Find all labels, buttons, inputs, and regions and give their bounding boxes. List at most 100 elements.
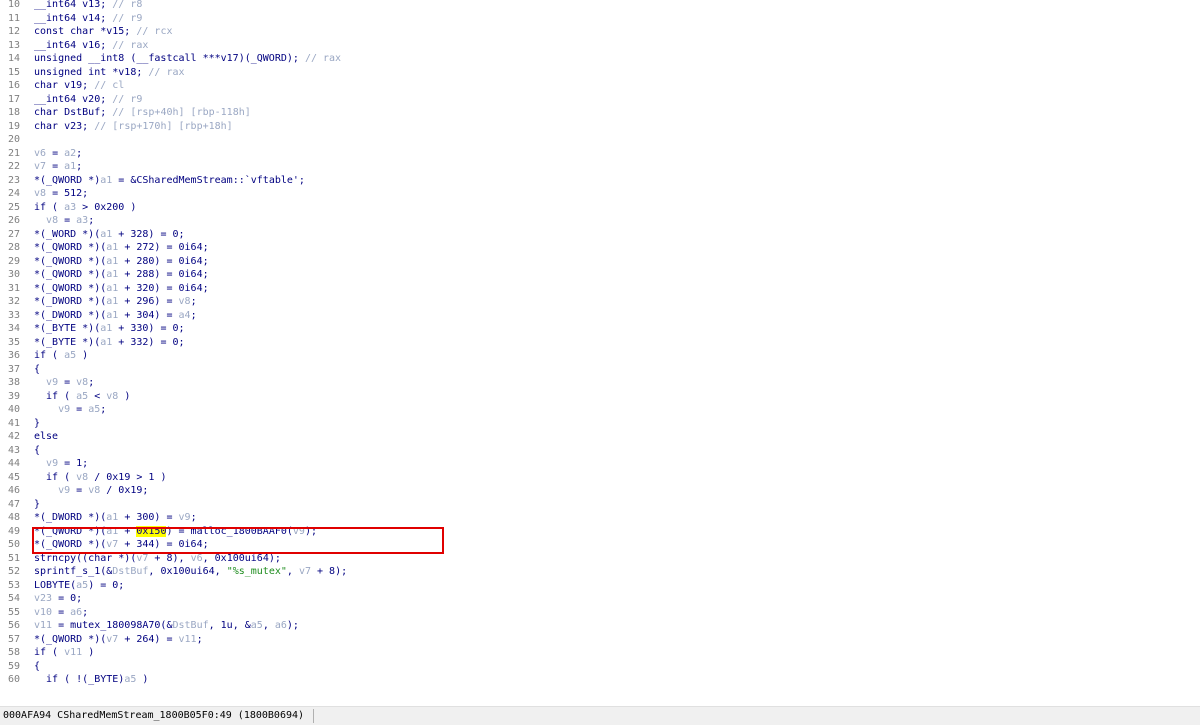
code-text[interactable]: v9 = v8 / 0x19;	[34, 484, 148, 498]
code-text[interactable]: {	[34, 660, 40, 674]
code-text[interactable]: *(_QWORD *)(a1 + 288) = 0i64;	[34, 268, 209, 282]
code-text[interactable]: v9 = a5;	[34, 403, 106, 417]
code-text[interactable]: char DstBuf; // [rsp+40h] [rbp-118h]	[34, 106, 251, 120]
variable-token: v8	[76, 471, 89, 483]
line-number: 50	[7, 539, 20, 550]
code-text[interactable]: *(_WORD *)(a1 + 328) = 0;	[34, 228, 185, 242]
code-text[interactable]: *(_BYTE *)(a1 + 330) = 0;	[34, 322, 185, 336]
code-token: *(_WORD *)(	[34, 228, 101, 240]
code-text[interactable]: v9 = 1;	[34, 457, 88, 471]
code-token: =	[70, 404, 89, 415]
code-text[interactable]: *(_QWORD *)(a1 + 272) = 0i64;	[34, 241, 209, 255]
code-text[interactable]: {	[34, 444, 40, 458]
variable-token: v8	[106, 390, 119, 402]
code-text[interactable]: v8 = 512;	[34, 187, 88, 201]
code-text[interactable]: *(_QWORD *)(a1 + 320) = 0i64;	[34, 282, 209, 296]
code-text[interactable]: else	[34, 430, 58, 444]
code-text[interactable]: if ( a3 > 0x200 )	[34, 201, 136, 215]
line-number: 36	[7, 350, 20, 361]
comment-token: // rax	[148, 66, 185, 78]
comment-token: // cl	[94, 80, 125, 91]
line-number: 47	[7, 498, 20, 510]
variable-token: v9	[178, 512, 191, 523]
code-text[interactable]: }	[34, 417, 40, 431]
line-number: 57	[7, 633, 20, 645]
variable-token: a1	[106, 512, 119, 523]
variable-token: DstBuf	[172, 620, 209, 631]
code-token: + 8),	[148, 552, 191, 564]
code-text[interactable]: v9 = v8;	[34, 376, 94, 390]
code-token: / 0x19;	[100, 485, 149, 496]
code-text[interactable]: v6 = a2;	[34, 147, 82, 161]
code-text[interactable]: v7 = a1;	[34, 160, 82, 174]
code-text[interactable]: __int64 v16; // rax	[34, 39, 148, 53]
code-text[interactable]: __int64 v13; // r8	[34, 0, 142, 12]
line-number: 43	[7, 444, 20, 456]
code-token: __int64 v16;	[34, 39, 113, 51]
code-text[interactable]: if ( a5 < v8 )	[34, 390, 130, 404]
code-text[interactable]: const char *v15; // rcx	[34, 25, 172, 39]
code-token: + 288) = 0i64;	[118, 269, 209, 280]
code-text[interactable]: sprintf_s_1(&DstBuf, 0x100ui64, "%s_mute…	[34, 565, 347, 579]
line-number: 42	[7, 431, 20, 442]
code-text[interactable]: if ( v8 / 0x19 > 1 )	[34, 471, 166, 485]
code-text[interactable]: *(_QWORD *)a1 = &CSharedMemStream::`vfta…	[34, 174, 305, 188]
code-text[interactable]: *(_BYTE *)(a1 + 332) = 0;	[34, 336, 185, 350]
code-text[interactable]: *(_QWORD *)(a1 + 280) = 0i64;	[34, 255, 209, 269]
code-text[interactable]: char v19; // cl	[34, 79, 124, 93]
line-number: 52	[7, 566, 20, 577]
variable-token: v7	[34, 161, 47, 172]
code-token: + 320) = 0i64;	[118, 282, 209, 294]
code-token: *(_QWORD *)(	[34, 282, 107, 294]
code-token: =	[46, 161, 65, 172]
code-text[interactable]: *(_QWORD *)(v7 + 264) = v11;	[34, 633, 203, 647]
status-separator	[313, 709, 314, 723]
code-text[interactable]: *(_DWORD *)(a1 + 296) = v8;	[34, 295, 197, 309]
code-text[interactable]: v8 = a3;	[34, 214, 94, 228]
code-token: char DstBuf;	[34, 107, 113, 118]
pseudocode-view[interactable]: 10 __int64 v13; // r8 11 __int64 v14; // r9…	[0, 0, 1200, 704]
code-text[interactable]: v23 = 0;	[34, 592, 82, 606]
code-text[interactable]: {	[34, 363, 40, 377]
code-text[interactable]: }	[34, 498, 40, 512]
variable-token: a5	[76, 579, 89, 591]
code-token: , 0x100ui64,	[148, 566, 227, 577]
line-number: 33	[7, 309, 20, 321]
code-token: char v23;	[34, 120, 95, 132]
variable-token: a1	[100, 323, 113, 334]
code-token: + 264) =	[118, 633, 179, 645]
code-text[interactable]: if ( v11 )	[34, 646, 94, 660]
code-text[interactable]: unsigned __int8 (__fastcall ***v17)(_QWO…	[34, 52, 341, 66]
code-token: __int64 v13;	[34, 0, 113, 10]
line-number: 54	[7, 593, 20, 604]
variable-token: v6	[190, 552, 203, 564]
code-text[interactable]: if ( !(_BYTE)a5 )	[34, 673, 148, 687]
line-number: 21	[7, 147, 20, 159]
line-number: 58	[7, 647, 20, 658]
code-text[interactable]: if ( a5 )	[34, 349, 88, 363]
code-text[interactable]: *(_DWORD *)(a1 + 304) = a4;	[34, 309, 197, 323]
line-number: 19	[7, 120, 20, 132]
line-number: 30	[7, 269, 20, 280]
code-text[interactable]: __int64 v20; // r9	[34, 93, 142, 107]
code-text[interactable]: v10 = a6;	[34, 606, 88, 620]
code-text[interactable]: *(_DWORD *)(a1 + 300) = v9;	[34, 511, 197, 525]
code-token: + 272) = 0i64;	[118, 242, 209, 253]
variable-token: a6	[274, 620, 287, 631]
code-token: *(_BYTE *)(	[34, 323, 101, 334]
code-text[interactable]: v11 = mutex_180098A70(&DstBuf, 1u, &a5, …	[34, 619, 299, 633]
code-text[interactable]: LOBYTE(a5) = 0;	[34, 579, 124, 593]
code-text[interactable]: __int64 v14; // r9	[34, 12, 142, 26]
variable-token: v6	[34, 147, 47, 159]
code-token: *(_QWORD *)(	[34, 633, 107, 645]
variable-token: a1	[106, 309, 119, 321]
code-text[interactable]: unsigned int *v18; // rax	[34, 66, 185, 80]
line-number: 31	[7, 282, 20, 294]
code-token: + 304) =	[118, 309, 179, 321]
code-token: , 0x100ui64);	[202, 552, 281, 564]
comment-token: // r9	[112, 93, 143, 105]
line-number: 35	[7, 336, 20, 348]
code-token: ;	[88, 215, 95, 226]
code-text[interactable]: char v23; // [rsp+170h] [rbp+18h]	[34, 120, 233, 134]
